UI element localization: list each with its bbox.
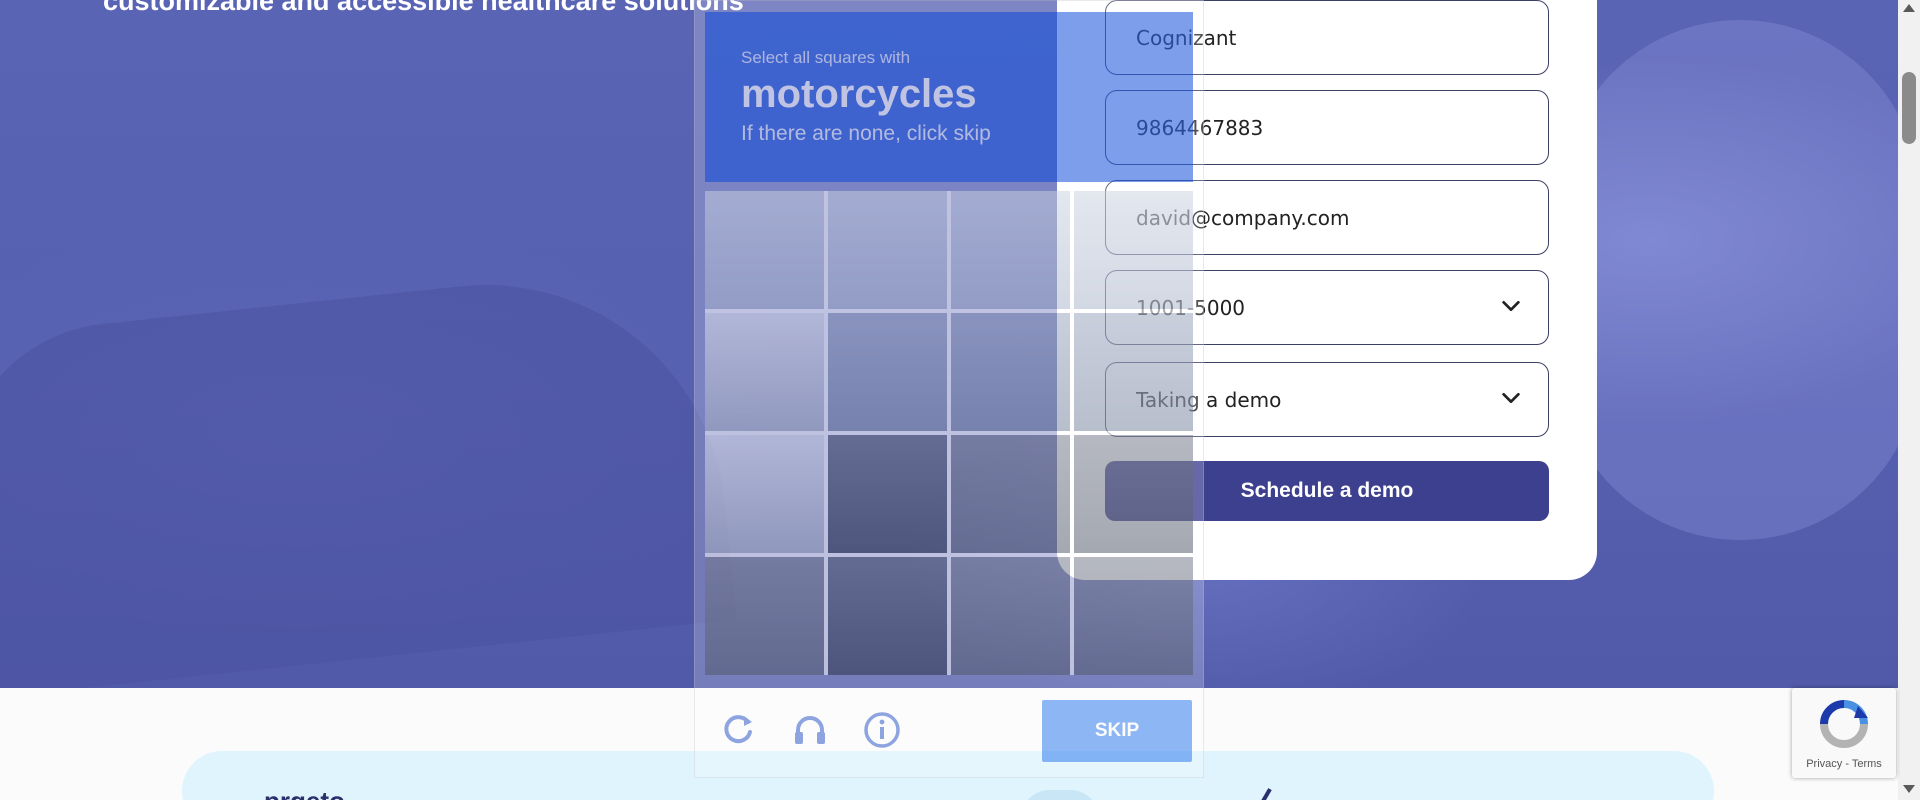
scrollbar-thumb[interactable] <box>1902 72 1916 144</box>
audio-icon[interactable] <box>790 710 830 750</box>
recaptcha-badge[interactable]: Privacy - Terms <box>1792 688 1896 778</box>
captcha-tile[interactable] <box>828 435 947 553</box>
captcha-challenge: Select all squares with motorcycles If t… <box>694 0 1204 778</box>
captcha-target: motorcycles <box>741 72 977 116</box>
captcha-footer: SKIP <box>694 690 1204 778</box>
captcha-tile[interactable] <box>828 313 947 431</box>
captcha-tile[interactable] <box>1074 435 1193 553</box>
promo-logo-text: prgeto <box>264 786 345 800</box>
captcha-tile[interactable] <box>705 313 824 431</box>
captcha-tile[interactable] <box>1074 313 1193 431</box>
captcha-tile[interactable] <box>1074 557 1193 675</box>
info-icon[interactable] <box>862 710 902 750</box>
captcha-tile[interactable] <box>951 435 1070 553</box>
captcha-tile[interactable] <box>951 313 1070 431</box>
hero-photo-person <box>1560 20 1920 540</box>
captcha-header: Select all squares with motorcycles If t… <box>705 12 1193 182</box>
scroll-up-icon[interactable] <box>1903 4 1915 12</box>
captcha-tile[interactable] <box>951 557 1070 675</box>
scroll-down-icon[interactable] <box>1903 785 1915 793</box>
captcha-tile[interactable] <box>828 191 947 309</box>
captcha-tile[interactable] <box>705 557 824 675</box>
captcha-tile[interactable] <box>951 191 1070 309</box>
hero-heading: customizable and accessible healthcare s… <box>103 0 744 16</box>
recaptcha-privacy-terms-link[interactable]: Privacy - Terms <box>1792 758 1896 770</box>
captcha-tile[interactable] <box>1074 191 1193 309</box>
chevron-down-icon <box>1502 300 1520 312</box>
captcha-grid <box>705 191 1193 675</box>
reload-icon[interactable] <box>718 710 758 750</box>
recaptcha-logo-icon <box>1820 700 1868 748</box>
captcha-instruction: Select all squares with <box>741 48 911 67</box>
chevron-down-icon <box>1502 392 1520 404</box>
hero-photo-sofa <box>0 261 737 699</box>
captcha-tile[interactable] <box>705 191 824 309</box>
skip-button[interactable]: SKIP <box>1042 700 1192 762</box>
captcha-tile[interactable] <box>705 435 824 553</box>
captcha-hint: If there are none, click skip <box>741 122 991 145</box>
captcha-tile[interactable] <box>828 557 947 675</box>
